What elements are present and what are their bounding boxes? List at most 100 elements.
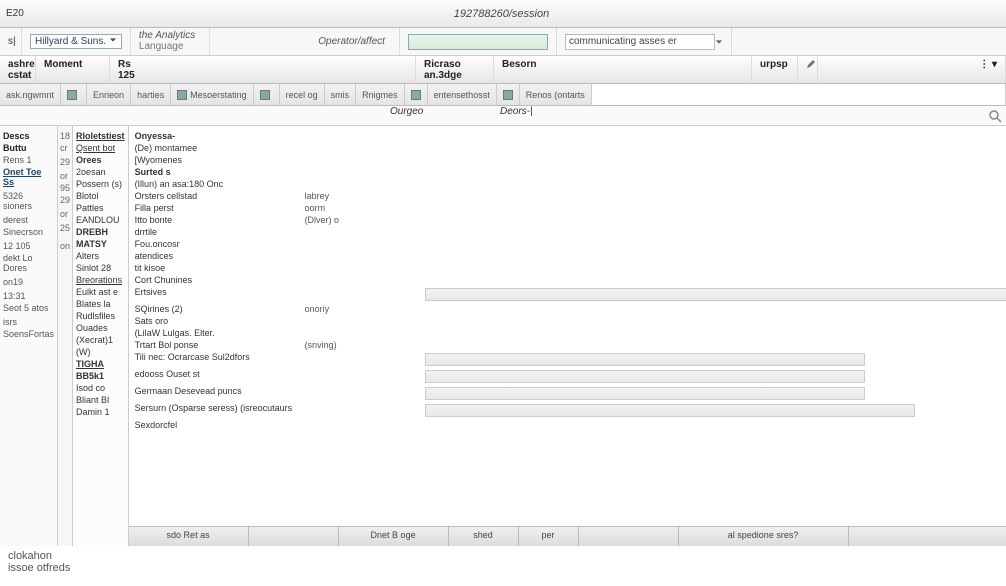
center-row: Tili nec: Ocrarcase Sul2dfors [135, 351, 1006, 368]
center-row: [Wyomenes [135, 154, 1006, 166]
left3-item[interactable]: Orees [76, 154, 125, 166]
left2-item: 29 [60, 156, 70, 168]
center-row: Germaan Desevead puncs [135, 385, 1006, 402]
hdr-c2[interactable]: Moment [36, 56, 110, 83]
left-col-2: 18cr29or9529or25on [58, 126, 73, 546]
left2-item: or [60, 208, 70, 220]
tb2-5[interactable] [254, 84, 280, 105]
tb2-8[interactable]: Rnigmes [356, 84, 405, 105]
left3-item[interactable]: DREBH [76, 226, 125, 238]
footer-btn[interactable]: Dnet B oge [339, 527, 449, 546]
data-bar [425, 353, 865, 366]
left3-item[interactable]: Qsent bot [76, 142, 125, 154]
left3-item[interactable]: Rudlsfiles [76, 310, 125, 322]
tb2-12[interactable]: Renos (ontarts [520, 84, 592, 105]
chevron-down-icon[interactable] [715, 38, 723, 46]
tb2-10[interactable]: entensethosst [428, 84, 497, 105]
footer-btn[interactable]: sdo Ret as [129, 527, 249, 546]
center-row: edooss Ouset st [135, 368, 1006, 385]
left3-item[interactable]: Alters [76, 250, 125, 262]
tb2-4[interactable]: Mesoerstating [171, 84, 254, 105]
tb2-3[interactable]: harties [131, 84, 171, 105]
footer-btn[interactable]: al spedione sres? [679, 527, 849, 546]
left1-item[interactable]: on19 [3, 276, 54, 288]
filter-input[interactable] [565, 34, 715, 50]
left1-item[interactable]: 12 105 [3, 240, 54, 252]
tb2-9[interactable] [405, 84, 428, 105]
left3-item[interactable]: Blates la [76, 298, 125, 310]
left2-item: or [60, 170, 70, 182]
search-icon[interactable] [988, 109, 1002, 123]
tb2-7[interactable]: smis [325, 84, 357, 105]
left3-item[interactable]: Ouades [76, 322, 125, 334]
left3-item[interactable]: Isod co [76, 382, 125, 394]
url-field[interactable] [408, 34, 548, 50]
left1-item[interactable]: 5326 sioners [3, 190, 54, 212]
data-bar [425, 404, 915, 417]
tb2-11[interactable] [497, 84, 520, 105]
left3-item[interactable]: (W) [76, 346, 125, 358]
left3-item[interactable]: Sinlot 28 [76, 262, 125, 274]
center-row: Surted s [135, 166, 1006, 178]
left1-item[interactable]: Buttu [3, 142, 54, 154]
left3-item[interactable]: Eulkt ast e [76, 286, 125, 298]
left-col-3: RloletstiestQsent botOrees2oesanPossern … [73, 126, 129, 546]
left1-item[interactable]: Onet Toe Ss [3, 166, 54, 188]
center-row: Ertsives [135, 286, 1006, 303]
hdr-c3[interactable]: Rs [118, 59, 131, 70]
center-row: Trtart Bol ponse(snving) [135, 339, 1006, 351]
tb2-0[interactable]: ask.ngwmnt [0, 84, 61, 105]
footer-btn[interactable] [579, 527, 679, 546]
left3-item[interactable]: 2oesan [76, 166, 125, 178]
left3-item[interactable]: EANDLOU [76, 214, 125, 226]
tb2-6[interactable]: recel og [280, 84, 325, 105]
hdr-menu-icon[interactable]: ⋮ ▾ [818, 56, 1006, 83]
txt-seg [557, 28, 732, 55]
hdr-c4[interactable]: Ricraso [424, 59, 461, 70]
menu-seg-blank: s| [0, 28, 22, 55]
left3-item[interactable]: Blotol [76, 190, 125, 202]
left1-item[interactable]: dekt Lo Dores [3, 252, 54, 274]
left3-item[interactable]: MATSY [76, 238, 125, 250]
hdr-c1[interactable]: ashre [8, 59, 35, 70]
sq2-icon [411, 90, 421, 100]
data-bar [425, 387, 865, 400]
hdr-c5[interactable]: Besorn [494, 56, 752, 83]
left1-item[interactable]: 13:31 [3, 290, 54, 302]
left1-item[interactable]: isrs [3, 316, 54, 328]
left1-item[interactable]: Descs [3, 130, 54, 142]
doc-icon [67, 90, 77, 100]
footer-btn[interactable]: shed [449, 527, 519, 546]
data-bar [425, 288, 1006, 301]
tb2-2[interactable]: Enrieon [87, 84, 131, 105]
left3-item[interactable]: TIGHA [76, 358, 125, 370]
left1-item[interactable]: Rens 1 [3, 154, 54, 166]
left1-item[interactable]: SoensFortas [3, 328, 54, 340]
hdr-edit-icon[interactable] [798, 56, 818, 83]
left3-item[interactable]: BB5k1 [76, 370, 125, 382]
footer-btn[interactable] [249, 527, 339, 546]
center-row: Sexdorcfel [135, 419, 1006, 431]
operator-label: Operator/affect [318, 36, 385, 47]
tb2-spacer [592, 84, 1006, 105]
center-row: Filla perstoorm [135, 202, 1006, 214]
left3-item[interactable]: Breorations [76, 274, 125, 286]
left3-item[interactable]: (Xecrat)1 [76, 334, 125, 346]
toolbar-2: ask.ngwmnt Enrieon harties Mesoerstating… [0, 84, 1006, 106]
footer-btn[interactable]: per [519, 527, 579, 546]
title-bar: E20 192788260/session [0, 0, 1006, 28]
tb2-1[interactable] [61, 84, 87, 105]
left3-item[interactable]: Rloletstiest [76, 130, 125, 142]
hdr-c6[interactable]: urpsp [752, 56, 798, 83]
mid-labels: Ourgeo Deors-| [0, 106, 1006, 126]
left3-item[interactable]: Pattles [76, 202, 125, 214]
left1-item[interactable]: Sinecrson [3, 226, 54, 238]
left3-item[interactable]: Bliant Bl [76, 394, 125, 406]
left1-item[interactable]: Seot 5 atos [3, 302, 54, 314]
center-row: Sats oro [135, 315, 1006, 327]
left1-item[interactable]: derest [3, 214, 54, 226]
project-combo[interactable]: Hillyard & Suns. [30, 34, 122, 49]
left2-item: on [60, 240, 70, 252]
left3-item[interactable]: Possern (s) [76, 178, 125, 190]
left3-item[interactable]: Damin 1 [76, 406, 125, 418]
